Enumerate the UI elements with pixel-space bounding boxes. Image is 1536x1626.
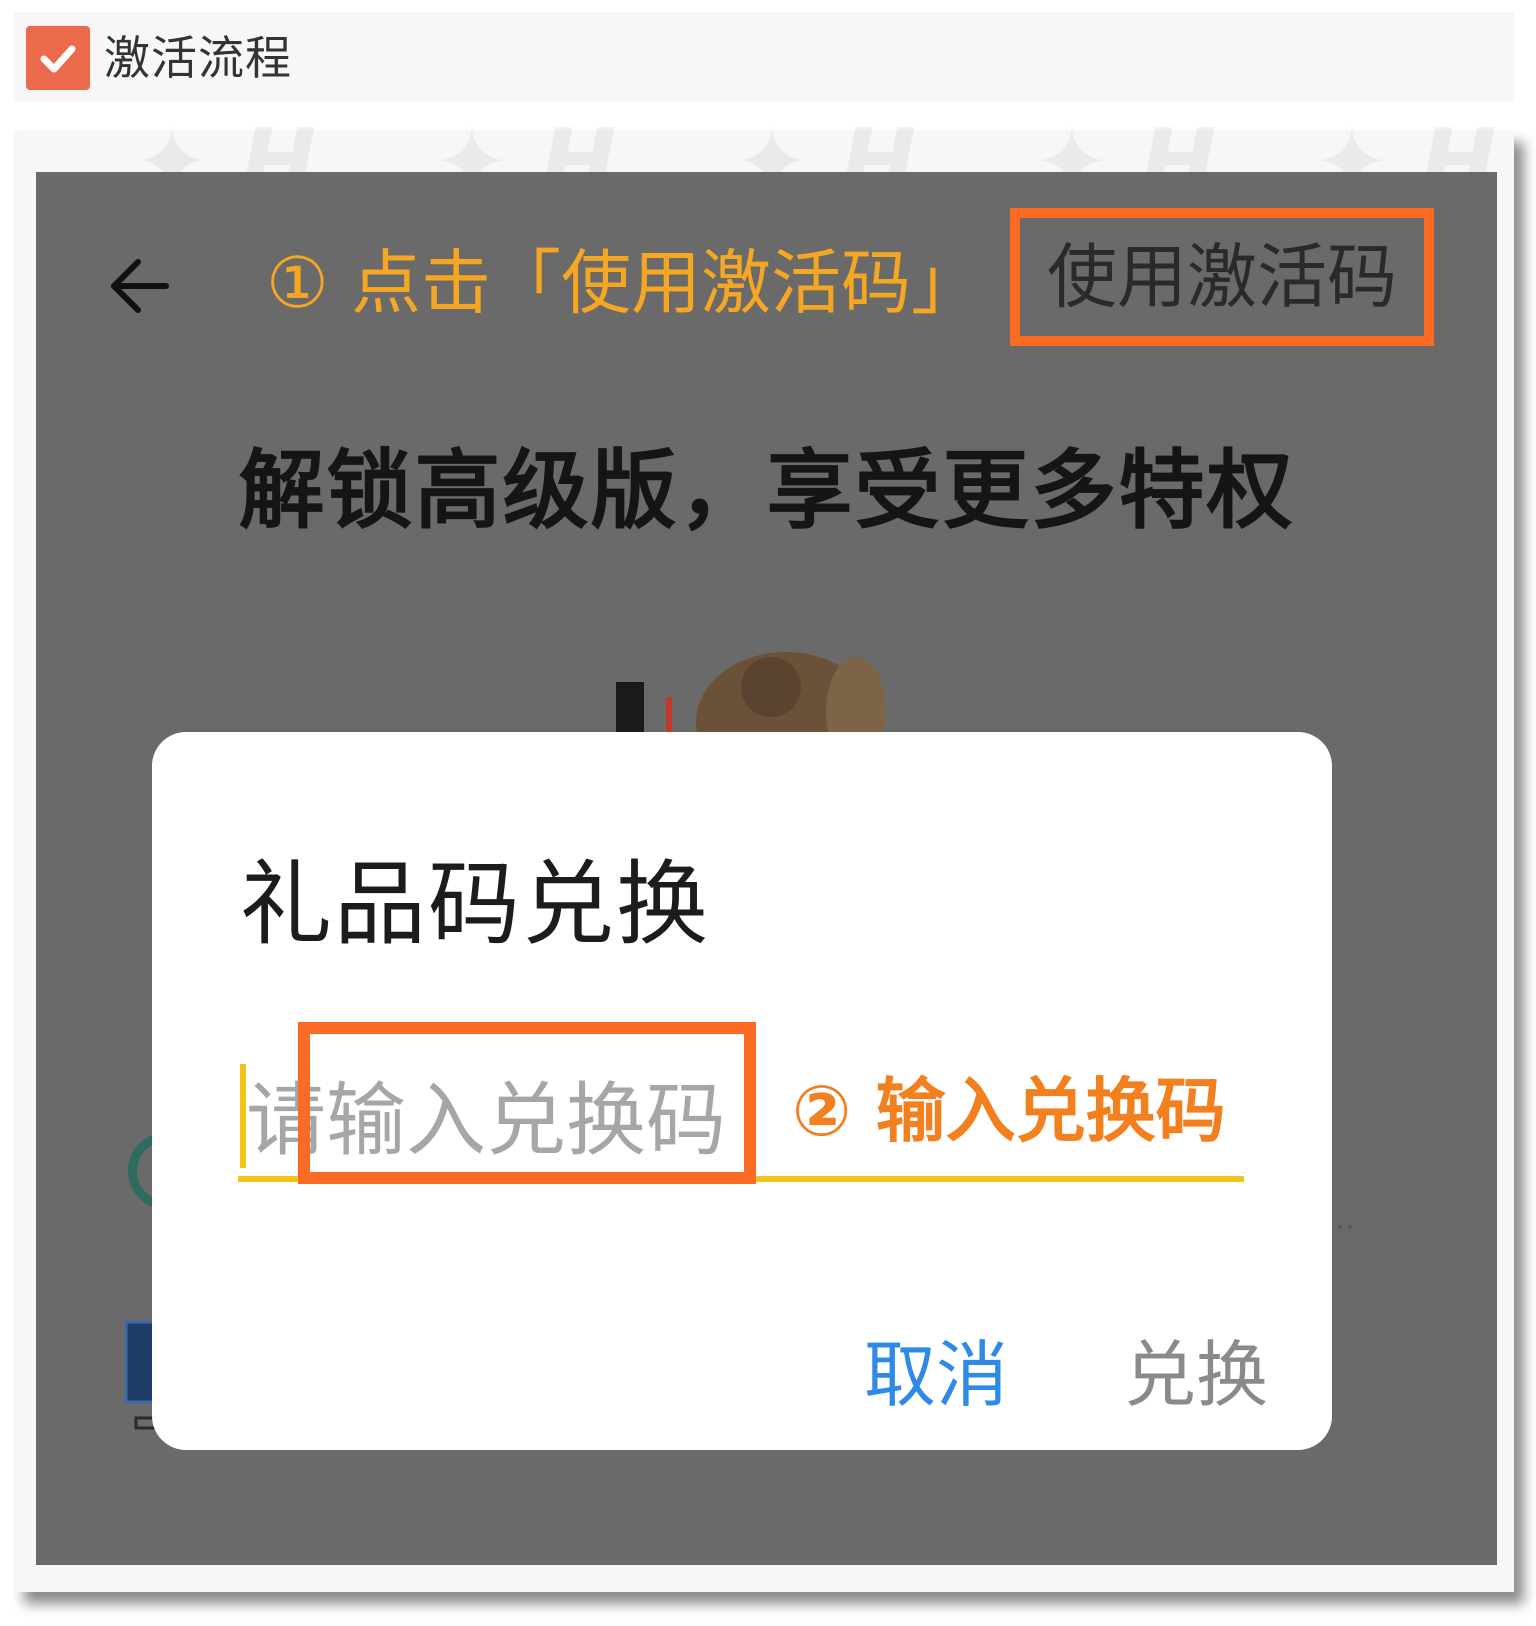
checkbox-badge <box>26 26 90 90</box>
app-screen-overlay: ① 点击「使用激活码」 使用激活码 解锁高级版，享受更多特权 ... 礼品码兑换 <box>36 172 1497 1565</box>
arrow-left-icon[interactable] <box>108 254 172 318</box>
input-highlight-annotation <box>298 1022 756 1184</box>
section-title: 激活流程 <box>104 31 292 85</box>
promo-headline: 解锁高级版，享受更多特权 <box>238 441 1295 541</box>
mascot-illustration <box>616 652 886 732</box>
check-icon <box>40 45 76 73</box>
step1-annotation: ① 点击「使用激活码」 <box>266 242 982 324</box>
screenshot-frame: ✦ H ✦ H ✦ H ✦ H ✦ H ① 点击「使用激活码」 使用激活码 解锁… <box>14 110 1514 1592</box>
step2-annotation: ② 输入兑换码 <box>792 1070 1226 1152</box>
dialog-title: 礼品码兑换 <box>240 851 711 958</box>
cancel-button[interactable]: 取消 <box>864 1316 1008 1421</box>
redeem-button[interactable]: 兑换 <box>1124 1316 1268 1421</box>
gift-code-dialog: 礼品码兑换 ② 输入兑换码 取消 兑换 <box>152 732 1332 1450</box>
use-activation-code-button[interactable]: 使用激活码 <box>1010 208 1434 346</box>
section-header: 激活流程 <box>14 12 1514 102</box>
